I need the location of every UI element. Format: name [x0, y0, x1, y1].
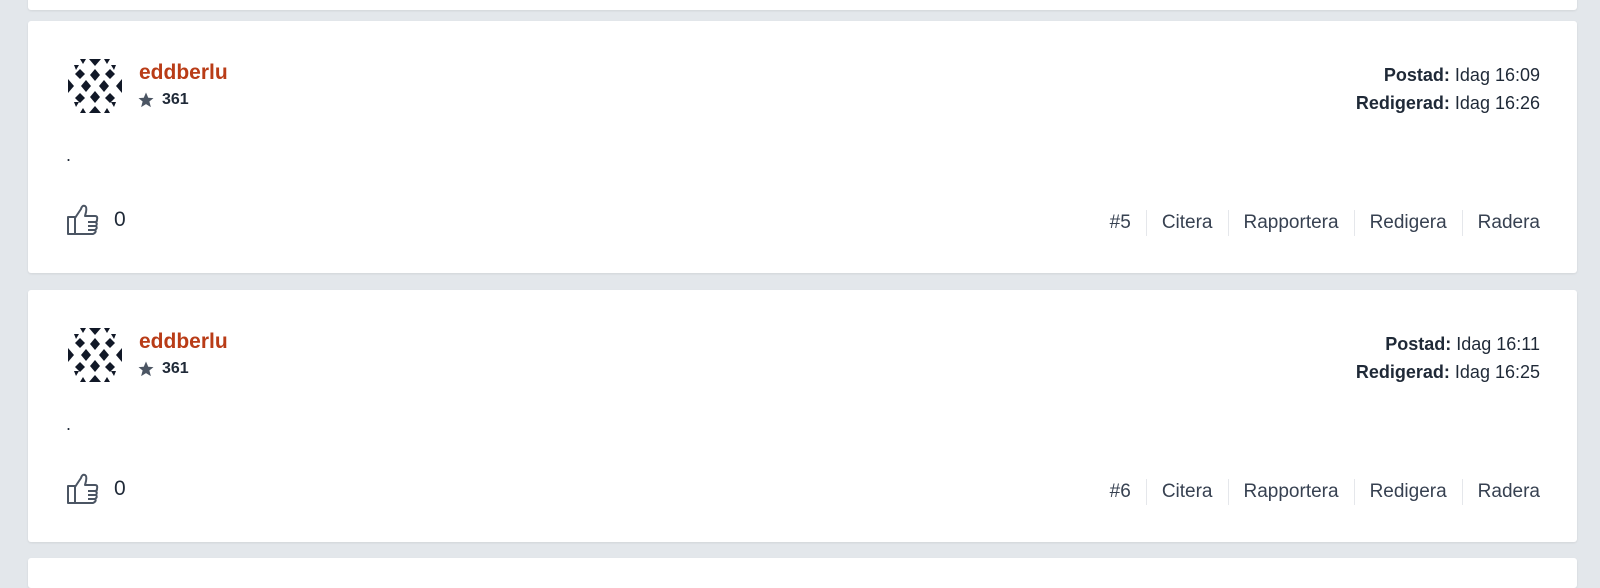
edited-time: Idag 16:25: [1454, 362, 1540, 382]
posted-label: Postad:: [1383, 65, 1450, 85]
reputation: 361: [137, 360, 189, 378]
thumbs-up-icon[interactable]: [66, 203, 100, 237]
edited-label: Redigerad:: [1355, 362, 1450, 382]
author-name[interactable]: eddberlu: [139, 61, 228, 85]
like-area: 0: [66, 472, 126, 506]
star-icon: [138, 361, 154, 377]
delete-button[interactable]: Radera: [1461, 210, 1540, 236]
author-name[interactable]: eddberlu: [139, 330, 228, 354]
edit-button[interactable]: Redigera: [1353, 479, 1462, 505]
post-actions: #6 Citera Rapportera Redigera Radera: [1095, 479, 1540, 505]
post-meta: Postad: Idag 16:11 Redigerad: Idag 16:25: [1356, 330, 1540, 386]
posted-label: Postad:: [1385, 334, 1452, 354]
quote-button[interactable]: Citera: [1145, 210, 1228, 236]
posted-time: Idag 16:09: [1454, 65, 1540, 85]
like-count: 0: [114, 477, 126, 500]
quote-button[interactable]: Citera: [1145, 479, 1228, 505]
edited-label: Redigerad:: [1355, 93, 1450, 113]
post-body: .: [66, 145, 72, 165]
post-meta: Postad: Idag 16:09 Redigerad: Idag 16:26: [1356, 61, 1540, 117]
avatar[interactable]: [66, 57, 124, 115]
report-button[interactable]: Rapportera: [1227, 479, 1354, 505]
thumbs-up-icon[interactable]: [66, 472, 100, 506]
post-number-link[interactable]: #6: [1095, 479, 1146, 505]
edited-time: Idag 16:26: [1454, 93, 1540, 113]
like-count: 0: [114, 208, 126, 231]
edit-button[interactable]: Redigera: [1353, 210, 1462, 236]
star-icon: [138, 92, 154, 108]
post-card: eddberlu 361 Postad: Idag 16:11 Redigera…: [28, 290, 1577, 542]
like-area: 0: [66, 203, 126, 237]
reputation-count: 361: [162, 360, 189, 377]
post-card: eddberlu 361 Postad: Idag 16:09 Redigera…: [28, 21, 1577, 273]
reputation-count: 361: [162, 91, 189, 108]
post-actions: #5 Citera Rapportera Redigera Radera: [1095, 210, 1540, 236]
next-post-card: [28, 558, 1577, 588]
avatar[interactable]: [66, 326, 124, 384]
delete-button[interactable]: Radera: [1461, 479, 1540, 505]
post-number-link[interactable]: #5: [1095, 210, 1146, 236]
previous-post-card: [28, 0, 1577, 10]
report-button[interactable]: Rapportera: [1227, 210, 1354, 236]
reputation: 361: [137, 91, 189, 109]
posted-time: Idag 16:11: [1456, 334, 1540, 354]
post-body: .: [66, 414, 72, 434]
